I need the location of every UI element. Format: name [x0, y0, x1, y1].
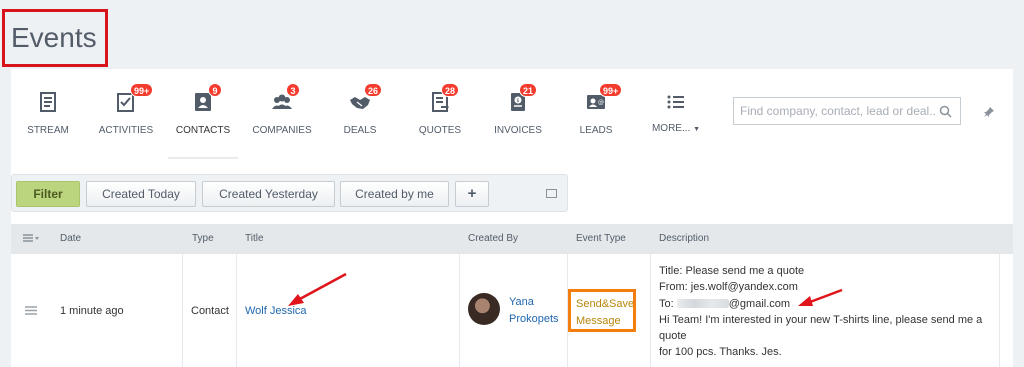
column-header-title[interactable]: Title	[245, 224, 264, 254]
desc-title: Title: Please send me a quote	[659, 265, 805, 277]
row-menu-icon[interactable]	[25, 306, 37, 315]
quotes-badge: 28	[441, 83, 460, 97]
table-row: 1 minute ago Contact Wolf Jessica Yana P…	[11, 254, 1013, 367]
redacted-email	[676, 299, 729, 309]
nav-item-deals[interactable]: 26 DEALS	[328, 69, 392, 159]
nav-item-contacts[interactable]: 9 CONTACTS	[168, 69, 238, 159]
column-header-date[interactable]: Date	[60, 224, 81, 254]
add-filter-button[interactable]: +	[455, 181, 489, 207]
column-divider	[650, 254, 651, 367]
activities-badge: 99+	[130, 83, 154, 97]
row-date: 1 minute ago	[60, 305, 124, 317]
nav-label-contacts: CONTACTS	[175, 125, 231, 136]
table-header: Date Type Title Created By Event Type De…	[11, 224, 1013, 254]
svg-text:$: $	[516, 98, 519, 104]
desc-to-suffix: @gmail.com	[728, 297, 791, 310]
nav-item-quotes[interactable]: 28 QUOTES	[405, 69, 475, 159]
column-settings-icon[interactable]	[23, 224, 41, 254]
row-type: Contact	[191, 305, 229, 317]
search-icon[interactable]	[939, 105, 952, 118]
desc-body-2: quote	[659, 330, 687, 343]
more-list-icon	[667, 95, 684, 109]
avatar[interactable]	[468, 293, 500, 325]
column-header-description[interactable]: Description	[659, 224, 709, 254]
nav-label-quotes: QUOTES	[418, 125, 462, 136]
event-type: Send&Save Message	[576, 296, 634, 330]
nav-label-companies: COMPANIES	[252, 125, 312, 136]
desc-body-3: for 100 pcs. Thanks. Jes.	[659, 346, 782, 359]
nav-label-deals: DEALS	[343, 125, 377, 136]
leads-badge: 99+	[599, 83, 623, 97]
column-divider	[999, 254, 1000, 367]
deals-badge: 26	[364, 83, 383, 97]
search-input[interactable]	[740, 103, 935, 119]
nav-item-leads[interactable]: @ 99+ LEADS	[561, 69, 631, 159]
minimize-icon[interactable]	[546, 189, 557, 198]
nav-label-invoices: INVOICES	[494, 125, 542, 136]
row-description: Title: Please send me a quote From: jes.…	[659, 263, 982, 361]
nav-label-leads: LEADS	[579, 125, 613, 136]
created-by-last-name[interactable]: Prokopets	[509, 313, 559, 325]
search-box[interactable]	[733, 97, 961, 125]
column-divider	[459, 254, 460, 367]
event-type-line2: Message	[576, 315, 621, 327]
column-header-type[interactable]: Type	[192, 224, 214, 254]
filter-bar: Filter Created Today Created Yesterday C…	[11, 174, 568, 212]
created-today-button[interactable]: Created Today	[86, 181, 196, 207]
nav-label-activities: ACTIVITIES	[98, 125, 154, 136]
annotation-arrow-title	[288, 272, 347, 306]
active-tab-underline	[168, 157, 238, 159]
created-by-me-button[interactable]: Created by me	[340, 181, 449, 207]
page-title: Events	[11, 22, 97, 53]
nav-item-invoices[interactable]: $ 21 INVOICES	[483, 69, 553, 159]
nav-label-stream: STREAM	[27, 125, 69, 136]
contacts-badge: 9	[208, 83, 222, 97]
nav-label-more: MORE... ▼	[643, 123, 709, 134]
companies-badge: 3	[286, 83, 300, 97]
desc-body-1: Hi Team! I'm interested in your new T-sh…	[659, 313, 983, 326]
column-header-created-by[interactable]: Created By	[468, 224, 518, 254]
more-text: MORE...	[651, 123, 691, 134]
nav-item-more[interactable]: MORE... ▼	[643, 69, 709, 159]
column-header-event-type[interactable]: Event Type	[576, 224, 626, 254]
invoices-badge: 21	[519, 83, 538, 97]
pin-icon[interactable]	[983, 106, 995, 118]
nav-item-stream[interactable]: STREAM	[13, 69, 83, 159]
column-divider	[236, 254, 237, 367]
nav-item-companies[interactable]: 3 COMPANIES	[246, 69, 318, 159]
filter-button[interactable]: Filter	[16, 181, 80, 207]
annotation-arrow-email	[798, 288, 843, 306]
event-type-line1: Send&Save	[576, 298, 635, 310]
main-panel: STREAM 99+ ACTIVITIES 9 CONTACTS 3 COMPA…	[11, 69, 1013, 367]
chevron-down-icon: ▼	[693, 126, 701, 133]
created-yesterday-button[interactable]: Created Yesterday	[202, 181, 335, 207]
created-by-first-name[interactable]: Yana	[509, 296, 534, 308]
desc-to-prefix: To:	[659, 297, 674, 310]
column-divider	[182, 254, 183, 367]
stream-icon	[40, 92, 56, 112]
crm-nav-bar: STREAM 99+ ACTIVITIES 9 CONTACTS 3 COMPA…	[11, 69, 1013, 159]
svg-text:@: @	[598, 99, 604, 106]
nav-item-activities[interactable]: 99+ ACTIVITIES	[90, 69, 162, 159]
